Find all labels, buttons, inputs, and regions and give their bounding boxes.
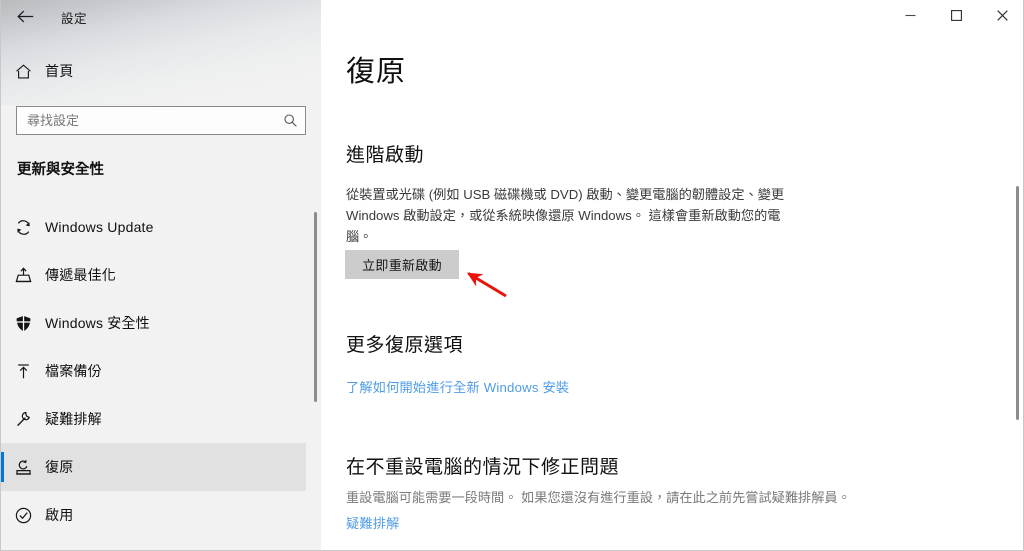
restart-now-button[interactable]: 立即重新啟動: [345, 250, 459, 279]
advanced-startup-heading: 進階啟動: [346, 145, 425, 166]
sidebar-item-label: Windows 安全性: [45, 315, 150, 331]
sidebar-item-windows-update[interactable]: Windows Update: [1, 203, 306, 251]
sync-refresh-icon: [1, 218, 45, 237]
sidebar-scrollbar[interactable]: [314, 212, 317, 402]
search-input[interactable]: [17, 113, 275, 128]
backup-upload-icon: [1, 362, 45, 381]
home-icon: [1, 62, 45, 81]
fresh-start-link[interactable]: 了解如何開始進行全新 Windows 安裝: [346, 377, 569, 396]
window-title: 設定: [61, 12, 88, 26]
search-box[interactable]: [16, 106, 306, 135]
wrench-icon: [1, 410, 45, 429]
sidebar-item-home[interactable]: 首頁: [1, 52, 306, 90]
troubleshoot-link[interactable]: 疑難排解: [346, 513, 400, 532]
main-scrollbar[interactable]: [1016, 186, 1019, 420]
sidebar-item-label: 傳遞最佳化: [45, 267, 116, 283]
check-circle-icon: [1, 506, 45, 525]
sidebar-category-title: 更新與安全性: [17, 162, 104, 178]
sidebar: 首頁 更新與安全性: [1, 0, 321, 550]
recovery-icon: [1, 458, 45, 477]
sidebar-item-troubleshoot[interactable]: 疑難排解: [1, 395, 306, 443]
fix-without-reset-heading: 在不重設電腦的情況下修正問題: [346, 457, 620, 478]
search-icon[interactable]: [275, 107, 305, 134]
sidebar-item-recovery[interactable]: 復原: [1, 443, 306, 491]
close-button[interactable]: [979, 0, 1023, 31]
fix-without-reset-description: 重設電腦可能需要一段時間。 如果您還沒有進行重設，請在此之前先嘗試疑難排解員。: [346, 490, 851, 505]
sidebar-nav-list: Windows Update 傳遞最佳化 Windows 安全性 檔案備份 疑難…: [1, 203, 321, 539]
sidebar-item-label: Windows Update: [45, 219, 154, 235]
sidebar-item-label: 啟用: [45, 507, 74, 523]
advanced-startup-description: 從裝置或光碟 (例如 USB 磁碟機或 DVD) 啟動、變更電腦的韌體設定、變更…: [346, 187, 785, 244]
sidebar-home-label: 首頁: [45, 63, 74, 79]
sidebar-item-delivery-optimization[interactable]: 傳遞最佳化: [1, 251, 306, 299]
sidebar-item-activation[interactable]: 啟用: [1, 491, 306, 539]
maximize-button[interactable]: [933, 0, 979, 31]
sidebar-item-label: 復原: [45, 459, 74, 475]
delivery-optimization-icon: [1, 266, 45, 285]
sidebar-item-label: 疑難排解: [45, 411, 102, 427]
sidebar-item-windows-security[interactable]: Windows 安全性: [1, 299, 306, 347]
page-title: 復原: [346, 56, 407, 88]
shield-icon: [1, 314, 45, 333]
settings-window: 首頁 更新與安全性: [0, 0, 1024, 551]
sidebar-item-label: 檔案備份: [45, 363, 102, 379]
back-button[interactable]: [7, 1, 43, 31]
title-bar: 設定: [1, 0, 1023, 32]
sidebar-item-file-backup[interactable]: 檔案備份: [1, 347, 306, 395]
minimize-button[interactable]: [887, 0, 933, 31]
more-recovery-heading: 更多復原選項: [346, 335, 464, 356]
